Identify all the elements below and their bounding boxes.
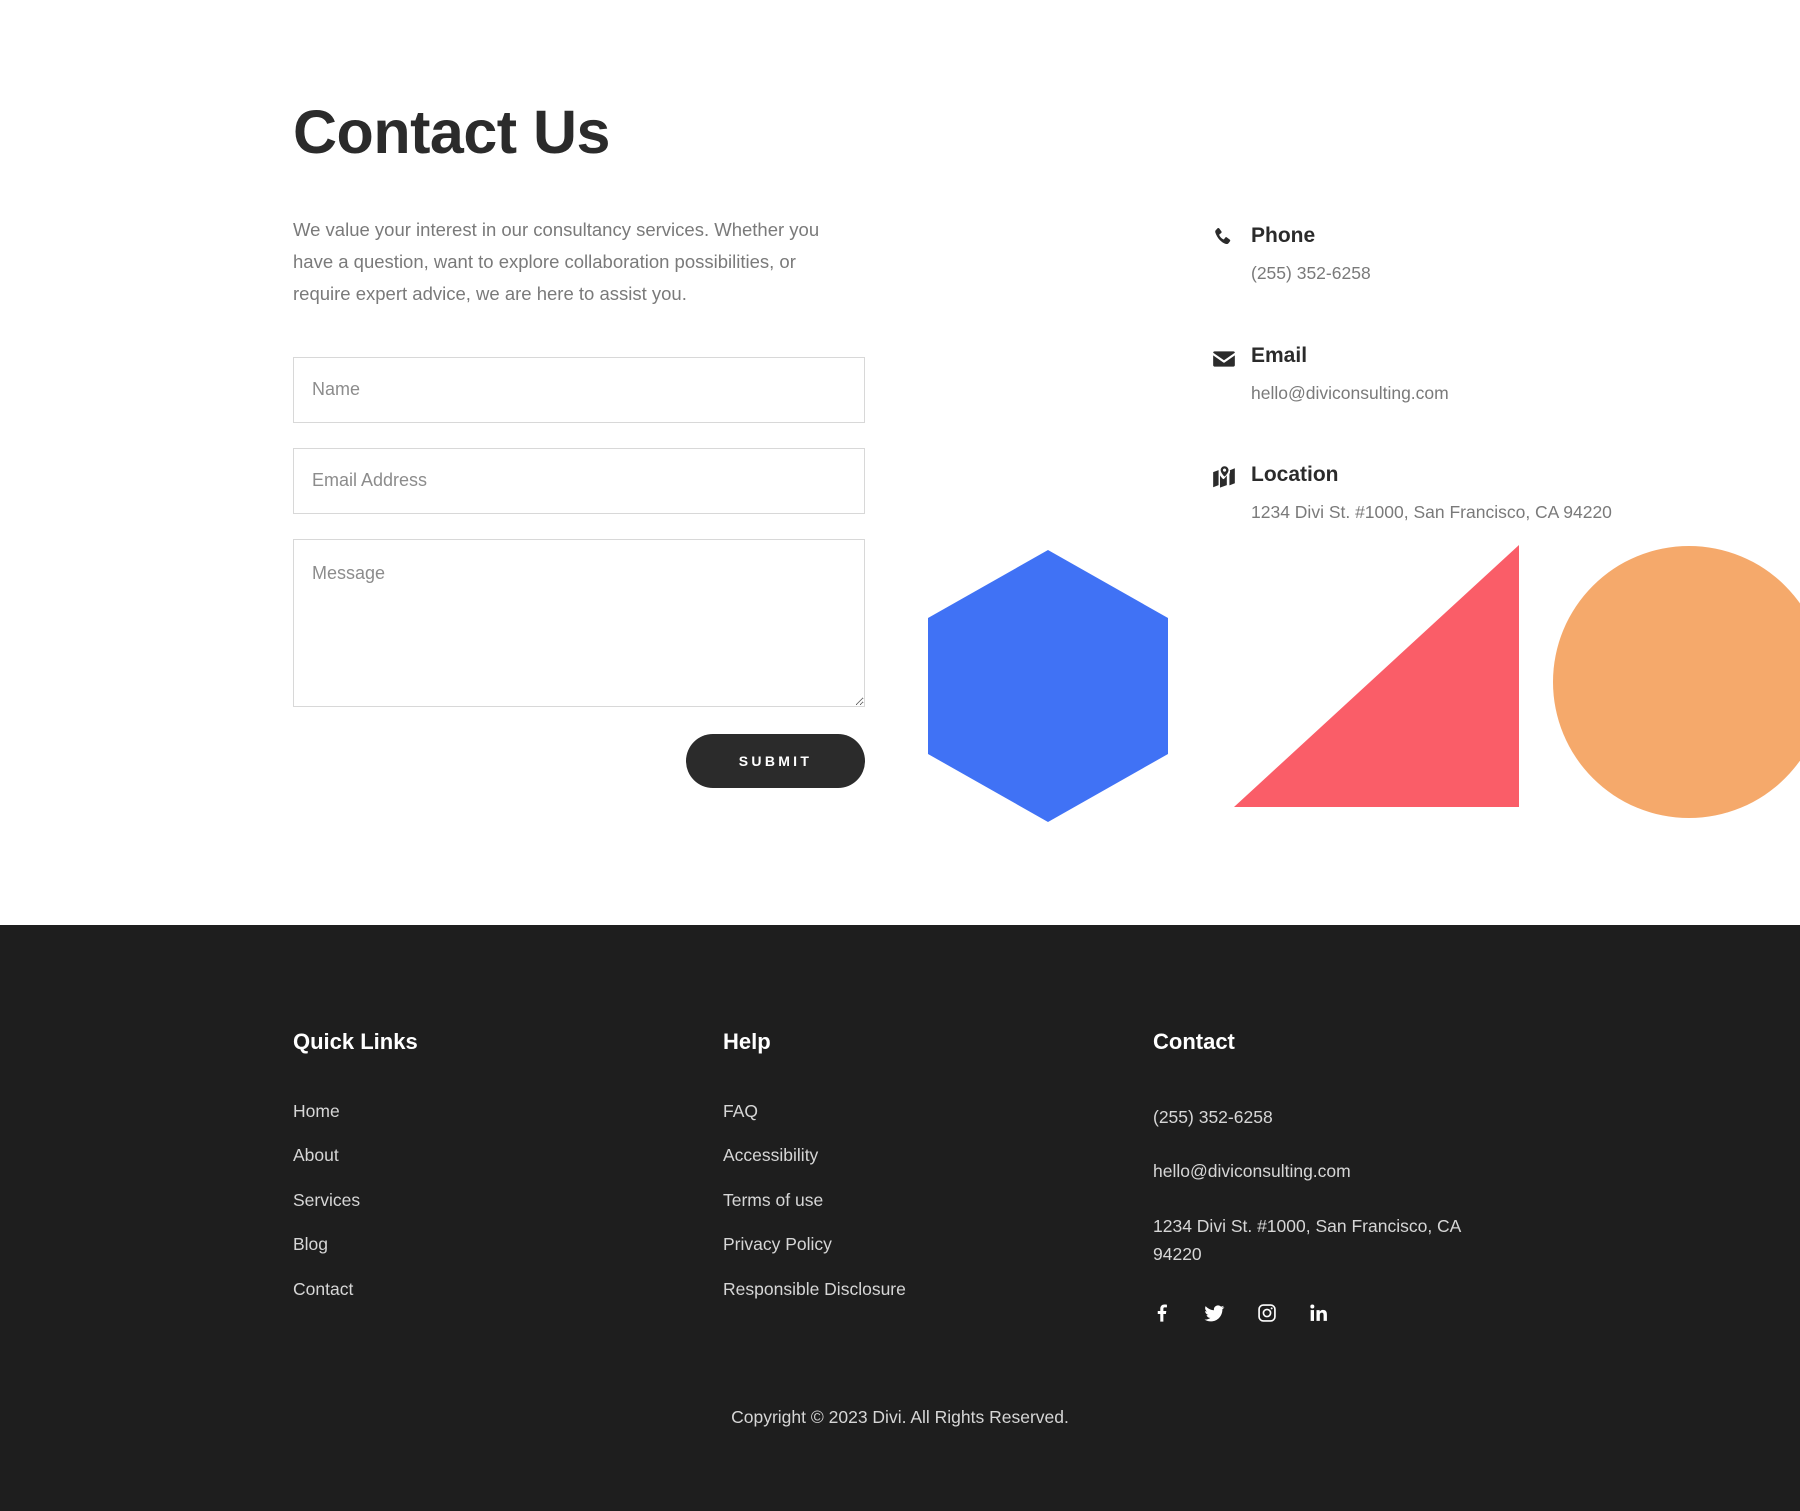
contact-form: SUBMIT <box>293 356 865 788</box>
footer-link-home[interactable]: Home <box>293 1102 723 1121</box>
contact-info-phone-value: (255) 352-6258 <box>1251 263 1371 284</box>
contact-section-inner: Contact Us We value your interest in our… <box>0 0 1800 788</box>
phone-icon <box>1211 222 1247 250</box>
contact-info-phone-body: Phone (255) 352-6258 <box>1247 222 1371 287</box>
intro-paragraph: We value your interest in our consultanc… <box>293 219 820 305</box>
footer-contact-email: hello@diviconsulting.com <box>1153 1161 1351 1182</box>
contact-info-phone: Phone (255) 352-6258 <box>1211 222 1800 287</box>
contact-info-location-body: Location 1234 Divi St. #1000, San Franci… <box>1247 461 1612 526</box>
footer-link-services[interactable]: Services <box>293 1191 723 1210</box>
contact-section: Contact Us We value your interest in our… <box>0 0 1800 925</box>
contact-info-column: Phone (255) 352-6258 Email hello@divicon… <box>865 214 1800 526</box>
footer-link-blog[interactable]: Blog <box>293 1236 723 1254</box>
page-title: Contact Us <box>293 98 610 166</box>
footer-link-responsible-disclosure[interactable]: Responsible Disclosure <box>723 1280 1153 1299</box>
contact-form-column: We value your interest in our consultanc… <box>293 214 865 788</box>
contact-info-location-heading: Location <box>1251 463 1339 487</box>
footer-contact-phone: (255) 352-6258 <box>1153 1106 1273 1127</box>
footer-column-help: Help FAQ Accessibility Terms of use Priv… <box>723 1028 1153 1325</box>
twitter-icon[interactable] <box>1204 1303 1225 1324</box>
email-input[interactable] <box>293 447 865 514</box>
footer-link-faq[interactable]: FAQ <box>723 1102 1153 1121</box>
footer-columns: Quick Links Home About Services Blog Con… <box>293 925 1800 1325</box>
footer-link-contact[interactable]: Contact <box>293 1280 723 1299</box>
instagram-icon[interactable] <box>1257 1303 1277 1323</box>
linkedin-icon[interactable] <box>1309 1303 1329 1323</box>
social-links-row <box>1153 1303 1583 1324</box>
submit-row: SUBMIT <box>293 733 865 788</box>
footer-heading-help: Help <box>723 1029 771 1054</box>
contact-info-email-value: hello@diviconsulting.com <box>1251 382 1449 403</box>
contact-info-email-body: Email hello@diviconsulting.com <box>1247 342 1449 407</box>
submit-button[interactable]: SUBMIT <box>686 733 865 788</box>
contact-info-location: Location 1234 Divi St. #1000, San Franci… <box>1211 461 1800 526</box>
footer-link-privacy-policy[interactable]: Privacy Policy <box>723 1236 1153 1254</box>
footer-heading-contact: Contact <box>1153 1029 1235 1054</box>
footer-column-contact: Contact (255) 352-6258 hello@diviconsult… <box>1153 1028 1583 1325</box>
facebook-icon[interactable] <box>1153 1304 1172 1323</box>
contact-info-email-heading: Email <box>1251 343 1308 367</box>
map-location-icon <box>1211 461 1247 491</box>
contact-info-location-value: 1234 Divi St. #1000, San Francisco, CA 9… <box>1251 502 1612 523</box>
contact-info-phone-heading: Phone <box>1251 224 1316 248</box>
footer-heading-quick-links: Quick Links <box>293 1029 418 1054</box>
message-textarea[interactable] <box>293 538 865 707</box>
footer-column-quick-links: Quick Links Home About Services Blog Con… <box>293 1028 723 1325</box>
footer-contact-address: 1234 Divi St. #1000, San Francisco, CA 9… <box>1153 1215 1461 1265</box>
contact-info-email: Email hello@diviconsulting.com <box>1211 342 1800 407</box>
footer-copyright: Copyright © 2023 Divi. All Rights Reserv… <box>731 1407 1069 1427</box>
site-footer: Quick Links Home About Services Blog Con… <box>0 925 1800 1511</box>
footer-link-terms-of-use[interactable]: Terms of use <box>723 1191 1153 1210</box>
contact-columns: We value your interest in our consultanc… <box>293 214 1800 788</box>
name-input[interactable] <box>293 356 865 423</box>
footer-link-about[interactable]: About <box>293 1147 723 1165</box>
footer-link-accessibility[interactable]: Accessibility <box>723 1147 1153 1165</box>
envelope-icon <box>1211 342 1247 372</box>
